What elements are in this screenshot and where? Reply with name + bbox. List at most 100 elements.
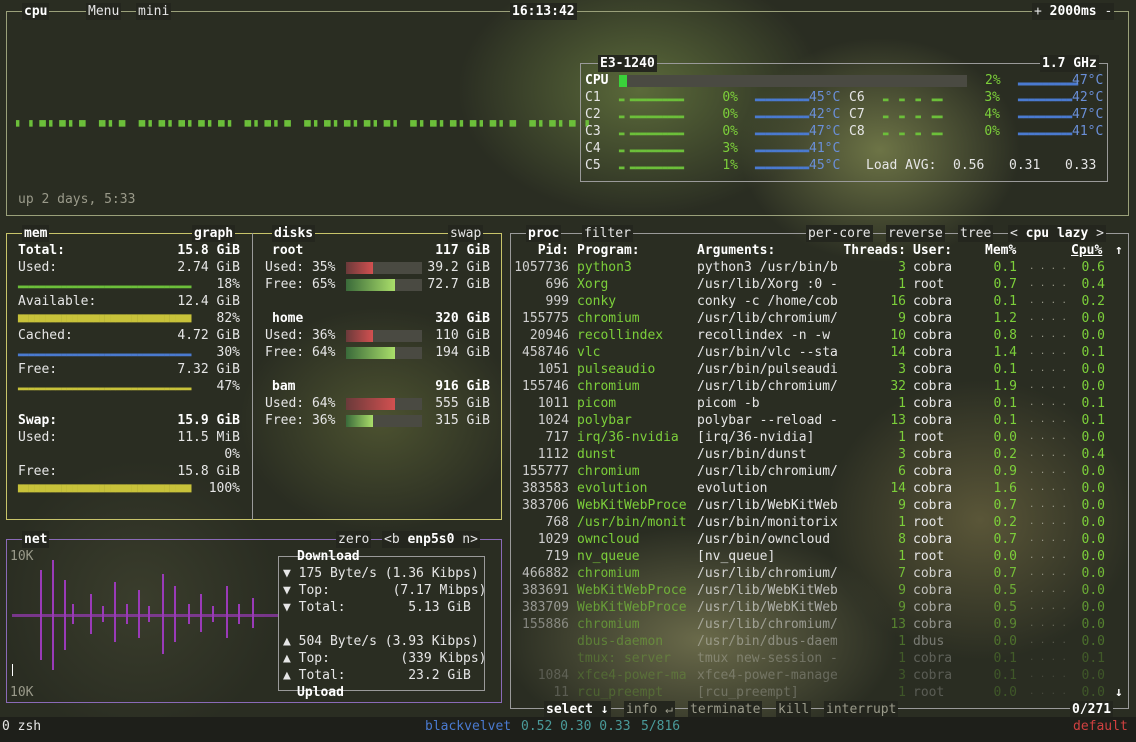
proc-reverse-tab[interactable]: reverse xyxy=(886,225,945,242)
mem-graph: . . . . xyxy=(1029,551,1067,561)
table-row[interactable]: 383691 WebKitWebProce/usr/lib/WebKitWebPr… xyxy=(511,582,1111,599)
table-row[interactable]: 696 Xorg/usr/lib/Xorg :0 -sea 1 root 0.7 . . … xyxy=(511,276,1111,293)
proc-select-button[interactable]: select ↓ xyxy=(544,701,611,718)
program: irq/36-nvidia xyxy=(577,430,679,445)
table-row[interactable]: 458746 vlc/usr/bin/vlc --starte 14 cobra 1.4… xyxy=(511,344,1111,361)
table-row[interactable]: 20946 recollindex recollindex -n -w 60 10 co… xyxy=(511,327,1111,344)
core-name: C4 xyxy=(585,141,601,156)
download-total-row: ▼ Total: 5.13 GiB xyxy=(283,599,471,616)
pid: 20946 xyxy=(529,328,569,343)
menu-tab[interactable]: Menu xyxy=(86,3,122,20)
mem-tab[interactable]: mem xyxy=(22,225,50,242)
table-row[interactable]: 383583 evolution evolution 14 cobra 1.6 . . . … xyxy=(511,480,1111,497)
proc-percore-tab[interactable]: per-core xyxy=(806,225,873,242)
table-row[interactable]: 1084 xfce4-power-ma xfce4-power-manager 3 co… xyxy=(511,667,1111,684)
cpu-percent: 0.0 xyxy=(1081,328,1105,343)
table-row[interactable]: dbus-daemon/usr/bin/dbus-daemon 1 dbus 0.0.… xyxy=(511,633,1111,650)
cpu-percent: 0.0 xyxy=(1081,311,1105,326)
table-row[interactable]: 383706 WebKitWebProce/usr/lib/WebKitWebPr… xyxy=(511,497,1111,514)
table-row[interactable]: 999 conky conky -c /home/cobra/16 cobra 0.1.… xyxy=(511,293,1111,310)
sort-next-button[interactable]: > xyxy=(1096,226,1104,241)
mini-tab[interactable]: mini xyxy=(136,3,172,20)
scroll-up-icon[interactable]: ↑ xyxy=(1115,242,1123,259)
user: root xyxy=(913,685,945,700)
col-program-header[interactable]: Program: xyxy=(577,242,640,259)
interval-control[interactable]: + 2000ms - xyxy=(1032,3,1115,20)
user: cobra xyxy=(913,481,953,496)
cpu-percent: 0.0 xyxy=(1081,464,1105,479)
col-threads-header[interactable]: Threads: xyxy=(838,242,906,259)
table-row[interactable]: 155746 chromium/usr/lib/chromium/chr 32 cob… xyxy=(511,378,1111,395)
table-row[interactable]: 11 rcu_preempt [rcu_preempt] 1 root 0.0 . . . … xyxy=(511,684,1111,701)
disks-tab[interactable]: disks xyxy=(272,225,316,242)
net-interface-selector[interactable]: <b enp5s0 n> xyxy=(382,531,480,548)
arguments: /usr/lib/WebKitWebPro xyxy=(697,600,837,615)
scroll-down-icon[interactable]: ↓ xyxy=(1115,684,1123,701)
user: cobra xyxy=(913,447,953,462)
table-row[interactable]: 768/usr/bin/monit/usr/bin/monitorix -c 1r… xyxy=(511,514,1111,531)
swap-total-label: Swap: xyxy=(18,413,58,428)
table-row[interactable]: 466882 chromium/usr/lib/chromium/chr 7 cobr… xyxy=(511,565,1111,582)
table-row[interactable]: 717 irq/36-nvidia [irq/36-nvidia] 1 root 0.0.… xyxy=(511,429,1111,446)
table-row[interactable]: 1112 dunst/usr/bin/dunst 3 cobra 0.2 . . . . 0… xyxy=(511,446,1111,463)
interval-minus-button[interactable]: - xyxy=(1104,4,1112,19)
tmux-window[interactable]: 0 zsh xyxy=(2,718,41,735)
table-row[interactable]: 155775 chromium/usr/lib/chromium/chr 9 cobr… xyxy=(511,310,1111,327)
col-args-header[interactable]: Arguments: xyxy=(697,242,775,259)
cpu-tab[interactable]: cpu xyxy=(22,3,50,20)
program: chromium xyxy=(577,311,640,326)
disk-name: home xyxy=(272,311,304,326)
proc-tree-tab[interactable]: tree xyxy=(958,225,994,242)
col-mem-header[interactable]: Mem% xyxy=(985,242,1016,259)
arguments: /usr/lib/chromium/chr xyxy=(697,464,837,479)
proc-terminate-button[interactable]: terminate xyxy=(688,701,763,718)
disk-name: root xyxy=(272,243,304,258)
table-row[interactable]: 719 nv_queue [nv_queue] 1 root 0.0 . . . . 0.0 xyxy=(511,548,1111,565)
mem-available-percent: 82% xyxy=(216,311,240,326)
table-row[interactable]: tmux: server tmux new-session -s d 1 cobra 0… xyxy=(511,650,1111,667)
user: cobra xyxy=(913,532,953,547)
proc-tab[interactable]: proc xyxy=(526,225,562,242)
table-row[interactable]: 1024 polybar polybar --reload --co 13 cobra 0… xyxy=(511,412,1111,429)
iface-prev-button[interactable]: <b xyxy=(384,532,400,547)
disk-size: 117 GiB xyxy=(435,243,490,258)
disk-size: 916 GiB xyxy=(435,379,490,394)
mem-graph-tab[interactable]: graph xyxy=(192,225,236,242)
proc-kill-button[interactable]: kill xyxy=(776,701,812,718)
disk-free-value: 194 GiB xyxy=(435,345,490,360)
mem-percent: 1.6 xyxy=(993,481,1017,496)
net-traffic-graph xyxy=(12,560,278,676)
table-row[interactable]: 1029 owncloud/usr/bin/owncloud 8 cobra 0.7 . … xyxy=(511,531,1111,548)
net-zero-tab[interactable]: zero xyxy=(336,531,372,548)
pid: 696 xyxy=(545,277,569,292)
iface-next-button[interactable]: n> xyxy=(462,532,478,547)
cpu-percent: 0.0 xyxy=(1081,430,1105,445)
interval-plus-button[interactable]: + xyxy=(1034,4,1042,19)
col-cpu-header[interactable]: Cpu% xyxy=(1071,242,1102,259)
threads: 1 xyxy=(898,396,906,411)
sort-prev-button[interactable]: < xyxy=(1010,226,1018,241)
table-row[interactable]: 1057736 python3 python3 /usr/bin/bpyt 3 cobr… xyxy=(511,259,1111,276)
core-temp: 45°C xyxy=(809,90,841,105)
swap-tab[interactable]: swap xyxy=(448,225,484,242)
net-tab[interactable]: net xyxy=(22,531,50,548)
pid: 1057736 xyxy=(514,260,569,275)
core-percent: 0% xyxy=(722,90,738,105)
proc-sort-selector[interactable]: < cpu lazy > xyxy=(1008,225,1106,242)
mem-graph: . . . . xyxy=(1029,568,1067,578)
col-user-header[interactable]: User: xyxy=(913,242,952,259)
table-row[interactable]: 155777 chromium/usr/lib/chromium/chr 6 cobr… xyxy=(511,463,1111,480)
proc-filter-tab[interactable]: filter xyxy=(582,225,633,242)
mem-cached-value: 4.72 GiB xyxy=(177,328,240,343)
table-row[interactable]: 1011 picom picom -b 1 cobra 0.1 . . . . 0.1 xyxy=(511,395,1111,412)
table-row[interactable]: 1051 pulseaudio/usr/bin/pulseaudio - 3 cobr… xyxy=(511,361,1111,378)
mem-graph: . . . . xyxy=(1029,534,1067,544)
proc-interrupt-button[interactable]: interrupt xyxy=(824,701,899,718)
table-row[interactable]: 155886 chromium/usr/lib/chromium/chr 13 cob… xyxy=(511,616,1111,633)
cpu-percent: 0.0 xyxy=(1081,532,1105,547)
disk-used-label: Used: 35% xyxy=(265,260,336,275)
col-pid-header[interactable]: Pid: xyxy=(510,242,569,259)
proc-info-button[interactable]: info ↵ xyxy=(624,701,675,718)
swap-used-value: 11.5 MiB xyxy=(177,430,240,445)
table-row[interactable]: 383709 WebKitWebProce/usr/lib/WebKitWebPr… xyxy=(511,599,1111,616)
